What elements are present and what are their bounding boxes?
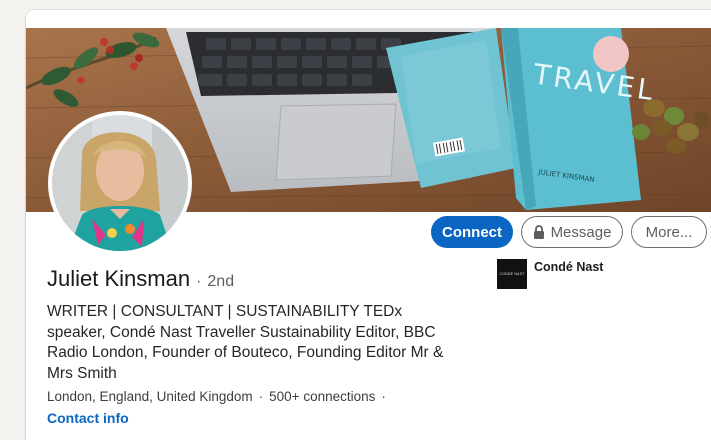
- profile-name: Juliet Kinsman: [47, 266, 191, 291]
- conde-nast-logo: CONDÉ NAST: [497, 259, 527, 289]
- connect-button[interactable]: Connect: [431, 216, 513, 248]
- profile-card: TRAVEL JULIET KINSMAN Connect Message Mo…: [26, 10, 711, 440]
- degree-separator: ·: [196, 273, 202, 290]
- meta-separator: ·: [258, 389, 264, 404]
- message-button[interactable]: Message: [521, 216, 623, 248]
- current-company[interactable]: CONDÉ NAST Condé Nast: [497, 259, 603, 289]
- profile-avatar[interactable]: [48, 111, 192, 255]
- message-button-label: Message: [550, 223, 612, 241]
- profile-meta: London, England, United Kingdom · 500+ c…: [47, 389, 386, 404]
- connection-degree: 2nd: [207, 273, 235, 290]
- contact-info-link[interactable]: Contact info: [47, 410, 129, 426]
- profile-headline: WRITER | CONSULTANT | SUSTAINABILITY TED…: [47, 303, 444, 382]
- meta-separator: ·: [381, 389, 386, 404]
- profile-location: London, England, United Kingdom: [47, 389, 253, 404]
- connections-count[interactable]: 500+ connections: [269, 389, 375, 404]
- name-row: Juliet Kinsman · 2nd: [47, 266, 234, 292]
- more-button[interactable]: More...: [631, 216, 707, 248]
- company-logo-text: CONDÉ NAST: [499, 272, 525, 276]
- profile-actions: Connect Message More...: [431, 216, 707, 248]
- lock-icon: [533, 225, 545, 239]
- company-name: Condé Nast: [534, 260, 604, 274]
